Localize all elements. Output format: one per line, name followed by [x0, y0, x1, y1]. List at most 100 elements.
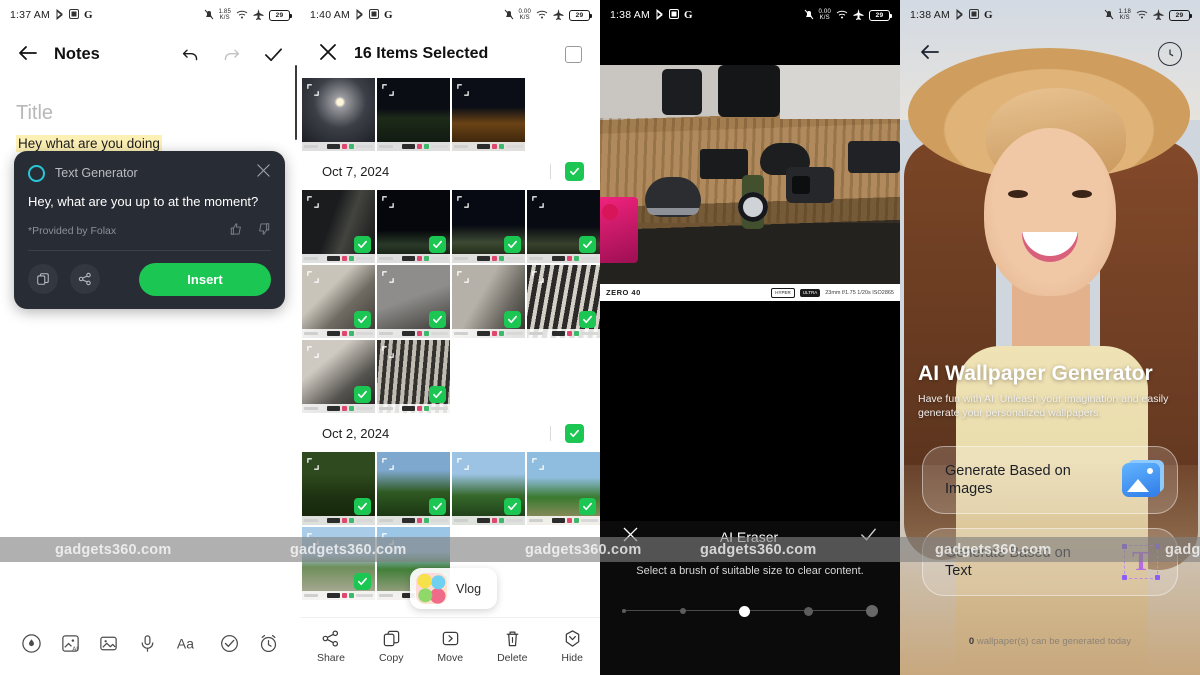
thumbnail-selected-check[interactable] — [429, 311, 446, 328]
wallpaper-hero: AI Wallpaper Generator Have fun with AI.… — [900, 362, 1200, 420]
ai-image-icon[interactable]: AI — [60, 633, 81, 659]
checklist-icon[interactable] — [219, 633, 240, 659]
thumbnail-selected-check[interactable] — [579, 498, 596, 515]
notification-off-icon — [804, 9, 814, 22]
expand-icon[interactable] — [532, 457, 544, 470]
gallery-thumbnail[interactable] — [527, 452, 600, 525]
expand-icon[interactable] — [307, 532, 319, 545]
expand-icon[interactable] — [382, 270, 394, 283]
gallery-thumbnail[interactable] — [377, 190, 450, 263]
reminder-icon[interactable] — [258, 633, 279, 659]
thumbnail-selected-check[interactable] — [429, 498, 446, 515]
section-select-checkbox[interactable] — [565, 424, 584, 443]
microphone-icon[interactable] — [137, 633, 158, 659]
expand-icon[interactable] — [307, 83, 319, 96]
delete-action[interactable]: Delete — [497, 629, 527, 664]
gallery-thumbnail[interactable] — [302, 527, 375, 600]
back-arrow-icon[interactable] — [918, 40, 942, 69]
brush-size-slider[interactable] — [622, 603, 878, 619]
gallery-thumbnail[interactable] — [452, 78, 525, 151]
note-body-text[interactable]: Hey what are you doing — [16, 135, 162, 152]
move-action[interactable]: Move — [437, 629, 463, 664]
thumbs-down-icon[interactable] — [257, 222, 271, 241]
note-title-input[interactable]: Title — [16, 102, 284, 125]
gallery-thumbnail[interactable] — [452, 452, 525, 525]
back-arrow-icon[interactable] — [16, 41, 42, 67]
expand-icon[interactable] — [307, 345, 319, 358]
close-icon[interactable] — [256, 163, 271, 183]
brush-size-3-selected[interactable] — [739, 605, 750, 617]
expand-icon[interactable] — [457, 457, 469, 470]
expand-icon[interactable] — [457, 270, 469, 283]
expand-icon[interactable] — [307, 195, 319, 208]
gallery-thumbnail[interactable] — [302, 190, 375, 263]
gallery-thumbnail[interactable] — [377, 340, 450, 413]
generate-from-text-button[interactable]: Generate Based on Text T — [922, 528, 1178, 596]
copy-action[interactable]: Copy — [379, 629, 403, 664]
gallery-thumbnail[interactable] — [377, 452, 450, 525]
gallery-thumbnail[interactable] — [302, 265, 375, 338]
thumbnail-selected-check[interactable] — [354, 498, 371, 515]
expand-icon[interactable] — [457, 83, 469, 96]
select-all-checkbox[interactable] — [565, 45, 582, 63]
thumbnail-selected-check[interactable] — [354, 236, 371, 253]
expand-icon[interactable] — [457, 195, 469, 208]
redo-icon[interactable] — [222, 45, 241, 64]
brush-size-5[interactable] — [866, 605, 878, 617]
expand-icon[interactable] — [382, 457, 394, 470]
thumbnail-selected-check[interactable] — [429, 386, 446, 403]
eye-left — [1008, 190, 1028, 198]
brush-size-4[interactable] — [803, 606, 813, 616]
expand-icon[interactable] — [307, 457, 319, 470]
expand-icon[interactable] — [382, 532, 394, 545]
expand-icon[interactable] — [307, 270, 319, 283]
copy-icon[interactable] — [28, 264, 58, 295]
brush-size-2[interactable] — [679, 608, 686, 614]
generate-from-images-button[interactable]: Generate Based on Images — [922, 446, 1178, 514]
gallery-thumbnail[interactable] — [452, 190, 525, 263]
gallery-thumbnail[interactable] — [452, 265, 525, 338]
expand-icon[interactable] — [382, 83, 394, 96]
text-format-icon[interactable]: Aa — [176, 633, 202, 659]
gallery-thumbnail[interactable] — [527, 265, 600, 338]
expand-icon[interactable] — [382, 345, 394, 358]
expand-icon[interactable] — [532, 270, 544, 283]
thumbnail-selected-check[interactable] — [354, 311, 371, 328]
history-clock-icon[interactable] — [1158, 42, 1182, 66]
checkmark-icon[interactable] — [263, 44, 284, 65]
thumbnail-selected-check[interactable] — [354, 386, 371, 403]
thumbnail-selected-check[interactable] — [579, 236, 596, 253]
thumbnail-selected-check[interactable] — [504, 311, 521, 328]
thumbs-up-icon[interactable] — [229, 222, 243, 241]
share-icon[interactable] — [70, 264, 100, 295]
expand-icon[interactable] — [382, 195, 394, 208]
image-icon[interactable] — [98, 633, 119, 659]
editing-photo[interactable] — [600, 65, 900, 284]
notification-off-icon — [1104, 9, 1114, 22]
hide-action[interactable]: Hide — [561, 629, 583, 664]
gallery-thumbnail[interactable] — [377, 78, 450, 151]
thumbnail-selected-check[interactable] — [354, 573, 371, 590]
close-icon[interactable] — [622, 526, 639, 548]
close-icon[interactable] — [318, 42, 338, 67]
scrollbar[interactable] — [295, 65, 297, 140]
thumbnail-selected-check[interactable] — [504, 498, 521, 515]
gallery-thumbnail[interactable] — [302, 78, 375, 151]
expand-icon[interactable] — [532, 195, 544, 208]
section-select-checkbox[interactable] — [565, 162, 584, 181]
gallery-thumbnail[interactable] — [302, 340, 375, 413]
undo-icon[interactable] — [181, 45, 200, 64]
panel-ai-wallpaper: 1:38 AM G 1.18 K/S 29 AI Wallpaper Gener… — [900, 0, 1200, 675]
gallery-thumbnail[interactable] — [302, 452, 375, 525]
gallery-thumbnail[interactable] — [377, 265, 450, 338]
thumbnail-selected-check[interactable] — [579, 311, 596, 328]
checkmark-icon[interactable] — [859, 525, 878, 549]
vlog-app-chip[interactable]: Vlog — [410, 568, 498, 609]
insert-button[interactable]: Insert — [139, 262, 271, 296]
share-action[interactable]: Share — [317, 629, 345, 664]
draw-icon[interactable] — [21, 633, 42, 659]
thumbnail-selected-check[interactable] — [429, 236, 446, 253]
thumbnail-selected-check[interactable] — [504, 236, 521, 253]
brush-size-1[interactable] — [622, 609, 626, 613]
gallery-thumbnail[interactable] — [527, 190, 600, 263]
